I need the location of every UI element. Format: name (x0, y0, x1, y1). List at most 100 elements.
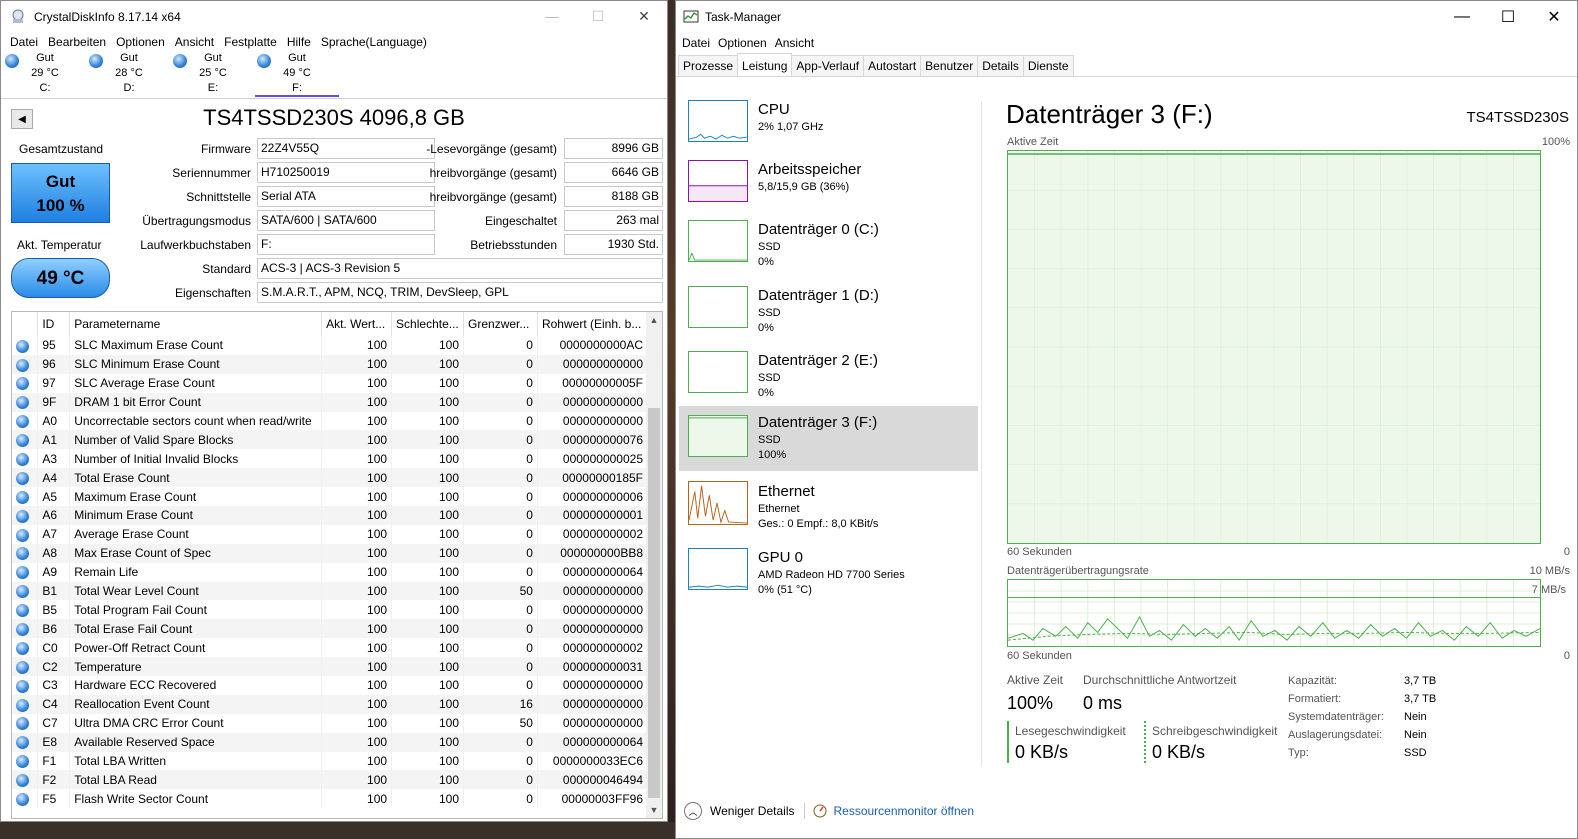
tm-close-button[interactable]: ✕ (1531, 1, 1577, 33)
status-dot-icon (16, 377, 29, 391)
menu-optionen[interactable]: Optionen (111, 35, 170, 49)
model-row: ◀ TS4TSSD230S 4096,8 GB (1, 99, 667, 137)
health-status-box[interactable]: Gut 100 % (11, 163, 110, 223)
smart-scrollbar[interactable]: ▲ ▼ (646, 312, 662, 818)
drive-c[interactable]: Gut 29 °C C: (3, 51, 87, 97)
write-speed-label: Schreibgeschwindigkeit (1152, 724, 1278, 738)
table-row[interactable]: C7 Ultra DMA CRC Error Count 100 100 50 00000… (12, 713, 649, 733)
table-row[interactable]: A7 Average Erase Count 100 100 0 000000000002 (12, 524, 649, 544)
sidebar-item-gpu[interactable]: GPU 0 AMD Radeon HD 7700 Series 0% (51 °C… (679, 545, 978, 610)
table-row[interactable]: A0 Uncorrectable sectors count when read/… (12, 411, 649, 431)
ethernet-mini-graph (688, 481, 748, 525)
transfer-rate-graph (1007, 579, 1541, 647)
col-current[interactable]: Akt. Wert... (321, 312, 393, 336)
sidebar-item-disk-1[interactable]: Datenträger 1 (D:) SSD 0% (679, 283, 978, 348)
table-row[interactable]: F2 Total LBA Read 100 100 0 000000046494 (12, 770, 649, 790)
tab-prozesse[interactable]: Prozesse (678, 55, 739, 76)
sidebar-item-cpu[interactable]: CPU 2% 1,07 GHz (679, 97, 978, 162)
open-resource-monitor-link[interactable]: Ressourcenmonitor öffnen (833, 804, 974, 818)
write-speed-value: 0 KB/s (1152, 742, 1206, 762)
tm-minimize-button[interactable]: — (1439, 1, 1485, 33)
table-row[interactable]: A3 Number of Initial Invalid Blocks 100 100… (12, 449, 649, 469)
table-row[interactable]: C4 Reallocation Event Count 100 100 16 000000… (12, 694, 649, 714)
maximize-button[interactable]: ☐ (575, 1, 621, 31)
table-row[interactable]: 9F DRAM 1 bit Error Count 100 100 0 000000000… (12, 392, 649, 412)
status-dot-icon (16, 679, 29, 693)
prop-type-label: Typ: (1288, 747, 1309, 759)
disk2-mini-graph (688, 351, 748, 393)
active-time-graph-min: 0 (1563, 546, 1570, 558)
tab-leistung[interactable]: Leistung (737, 53, 793, 76)
col-raw[interactable]: Rohwert (Einh. b... (537, 312, 649, 336)
col-param[interactable]: Parametername (69, 312, 323, 336)
tm-menu-optionen[interactable]: Optionen (714, 36, 771, 50)
status-dot-icon (16, 755, 29, 769)
table-row[interactable]: B5 Total Program Fail Count 100 100 0 0000000… (12, 600, 649, 620)
status-dot-icon (16, 528, 29, 542)
table-row[interactable]: C0 Power-Off Retract Count 100 100 0 00000000… (12, 638, 649, 658)
tm-titlebar: Task-Manager — ☐ ✕ (676, 1, 1577, 33)
table-row[interactable]: A8 Max Erase Count of Spec 100 100 0 00000000… (12, 543, 649, 563)
tm-menu-datei[interactable]: Datei (678, 36, 714, 50)
prop-formatted-value: 3,7 TB (1404, 693, 1437, 705)
table-row[interactable]: 95 SLC Maximum Erase Count 100 100 0 00000000… (12, 336, 649, 355)
table-row[interactable]: 96 SLC Minimum Erase Count 100 100 0 00000000… (12, 354, 649, 374)
table-row[interactable]: F5 Flash Write Sector Count 100 100 0 0000000… (12, 789, 649, 809)
col-threshold[interactable]: Grenzwer... (463, 312, 538, 336)
power-count-value: 263 mal (564, 210, 663, 231)
table-row[interactable]: F1 Total LBA Written 100 100 0 0000000033EC6 (12, 751, 649, 771)
table-row[interactable]: A6 Minimum Erase Count 100 100 0 000000000001 (12, 506, 649, 525)
menu-hilfe[interactable]: Hilfe (282, 35, 316, 49)
menu-sprache[interactable]: Sprache(Language) (316, 35, 432, 49)
table-row[interactable]: 97 SLC Average Erase Count 100 100 0 00000000… (12, 373, 649, 393)
tab-dienste[interactable]: Dienste (1022, 55, 1074, 76)
tm-menu-ansicht[interactable]: Ansicht (771, 36, 818, 50)
tab-app-verlauf[interactable]: App-Verlauf (791, 55, 865, 76)
table-row[interactable]: E8 Available Reserved Space 100 100 0 0000000… (12, 732, 649, 752)
table-row[interactable]: A5 Maximum Erase Count 100 100 0 000000000006 (12, 487, 649, 507)
table-row[interactable]: B6 Total Erase Fail Count 100 100 0 000000000… (12, 619, 649, 639)
tm-maximize-button[interactable]: ☐ (1485, 1, 1531, 33)
table-row[interactable]: A4 Total Erase Count 100 100 0 00000000185F (12, 468, 649, 488)
sidebar-item-disk-0[interactable]: Datenträger 0 (C:) SSD 0% (679, 217, 978, 282)
table-row[interactable]: C3 Hardware ECC Recovered 100 100 0 000000000… (12, 676, 649, 695)
active-time-graph-duration: 60 Sekunden (1007, 546, 1072, 558)
pane-divider[interactable] (981, 101, 982, 766)
sidebar-item-ethernet[interactable]: Ethernet Ethernet Ges.: 0 Empf.: 8,0 KBit… (679, 479, 978, 544)
fewer-details-link[interactable]: Weniger Details (710, 804, 794, 818)
drive-d[interactable]: Gut 28 °C D: (87, 51, 171, 97)
scroll-down-icon[interactable]: ▼ (646, 802, 662, 818)
status-dot-icon (16, 509, 29, 523)
task-manager-window: Task-Manager — ☐ ✕ Datei Optionen Ansich… (675, 0, 1578, 839)
table-row[interactable]: C2 Temperature 100 100 0 000000000031 (12, 657, 649, 677)
tab-autostart[interactable]: Autostart (863, 55, 922, 76)
tab-details[interactable]: Details (977, 55, 1024, 76)
firmware-label: Firmware (201, 142, 251, 156)
table-row[interactable]: A1 Number of Valid Spare Blocks 100 100 0 000… (12, 430, 649, 450)
sidebar-item-disk-2[interactable]: Datenträger 2 (E:) SSD 0% (679, 348, 978, 413)
prop-system-value: Nein (1404, 711, 1427, 723)
col-worst[interactable]: Schlechte... (391, 312, 465, 336)
col-id[interactable]: ID (37, 312, 71, 336)
chevron-up-icon[interactable]: ︿ (684, 802, 702, 820)
minimize-button[interactable]: — (529, 1, 575, 31)
sidebar-item-memory[interactable]: Arbeitsspeicher 5,8/15,9 GB (36%) (679, 157, 978, 222)
status-dot-icon (5, 54, 19, 68)
scroll-thumb[interactable] (648, 408, 660, 798)
scroll-up-icon[interactable]: ▲ (646, 312, 662, 328)
drive-e[interactable]: Gut 25 °C E: (171, 51, 255, 97)
drive-f[interactable]: Gut 49 °C F: (255, 51, 339, 97)
smart-table[interactable]: ID Parametername Akt. Wert... Schlechte.… (11, 311, 663, 819)
table-row[interactable]: B1 Total Wear Level Count 100 100 50 00000000… (12, 581, 649, 601)
memory-mini-graph (688, 160, 748, 202)
menu-bearbeiten[interactable]: Bearbeiten (43, 35, 111, 49)
interface-label: Schnittstelle (186, 190, 251, 204)
menu-ansicht[interactable]: Ansicht (170, 35, 219, 49)
tab-benutzer[interactable]: Benutzer (920, 55, 979, 76)
table-row[interactable]: A9 Remain Life 100 100 0 000000000064 (12, 562, 649, 582)
menu-datei[interactable]: Datei (5, 35, 43, 49)
sidebar-item-disk-3[interactable]: Datenträger 3 (F:) SSD 100% (679, 406, 978, 471)
menu-festplatte[interactable]: Festplatte (219, 35, 282, 49)
close-button[interactable]: ✕ (621, 1, 667, 31)
tm-title: Task-Manager (705, 10, 782, 24)
